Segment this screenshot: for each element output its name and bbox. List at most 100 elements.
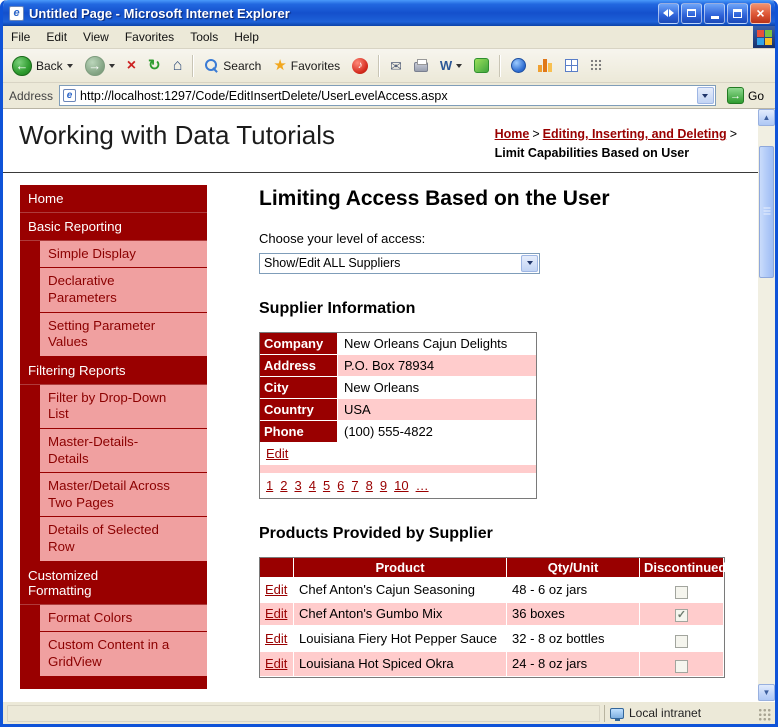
sidebar-item-declarative-parameters[interactable]: Declarative Parameters (20, 268, 207, 313)
spacer-row (260, 464, 536, 474)
scroll-down-button[interactable]: ▼ (758, 684, 775, 701)
discontinued-cell (640, 626, 724, 652)
discontinued-checkbox[interactable]: ✓ (675, 609, 688, 623)
sidebar-item-filter-by-drop-down-list[interactable]: Filter by Drop-Down List (20, 384, 207, 430)
edit-dropdown-icon[interactable] (456, 63, 463, 68)
sidebar-item-format-colors[interactable]: Format Colors (20, 604, 207, 633)
scroll-up-button[interactable]: ▲ (758, 109, 775, 126)
minimize-button[interactable] (704, 2, 725, 24)
sidebar-item-simple-display[interactable]: Simple Display (20, 240, 207, 269)
sidebar-item-filtering-reports[interactable]: Filtering Reports (20, 357, 207, 385)
window-icon (687, 9, 696, 17)
media-icon: ♪ (352, 57, 369, 74)
page-body: Home Basic Reporting Simple Display Decl… (3, 173, 758, 689)
forward-icon: → (84, 55, 105, 76)
edit-link[interactable]: Edit (266, 446, 288, 461)
address-dropdown-button[interactable] (696, 87, 714, 104)
edit-link[interactable]: Edit (265, 631, 287, 646)
web-page: Working with Data Tutorials Home > Editing… (3, 109, 758, 701)
sidebar-item-label: Customized Formatting (20, 562, 207, 605)
resize-grip[interactable] (758, 708, 772, 722)
sidebar-item-customized-formatting[interactable]: Customized Formatting (20, 562, 207, 605)
pager-link[interactable]: 7 (351, 478, 358, 493)
select-value: Show/Edit ALL Suppliers (264, 256, 401, 271)
search-label: Search (223, 58, 262, 73)
favorites-button[interactable]: ★ Favorites (268, 55, 345, 76)
pager-link[interactable]: 5 (323, 478, 330, 493)
sidebar-item-details-of-selected-row[interactable]: Details of Selected Row (20, 517, 207, 562)
sidebar-item-custom-content-in-a-gridview[interactable]: Custom Content in a GridView (20, 632, 207, 677)
qty-cell: 24 - 8 oz jars (507, 651, 640, 678)
home-icon: ⌂ (172, 56, 183, 74)
breadcrumb-section-link[interactable]: Editing, Inserting, and Deleting (543, 127, 727, 141)
pager-link[interactable]: 2 (280, 478, 287, 493)
menu-file[interactable]: File (3, 26, 38, 48)
field-label: Company (260, 332, 338, 355)
close-button[interactable]: × (750, 2, 771, 24)
discontinued-checkbox[interactable] (675, 634, 688, 648)
back-dropdown-icon[interactable] (66, 63, 73, 68)
forward-button[interactable]: → (80, 53, 120, 79)
edit-link[interactable]: Edit (265, 656, 287, 671)
main-content: Limiting Access Based on the User Choose… (259, 185, 726, 689)
vertical-scrollbar[interactable]: ▲ ▼ (758, 109, 775, 701)
search-button[interactable]: Search (199, 55, 266, 76)
breadcrumb-home-link[interactable]: Home (495, 127, 530, 141)
sidebar-item-master-detail-across-two-pages[interactable]: Master/Detail Across Two Pages (20, 473, 207, 518)
menu-view[interactable]: View (75, 26, 117, 48)
pager-link[interactable]: 4 (309, 478, 316, 493)
chevron-down-icon[interactable] (521, 254, 538, 272)
refresh-button[interactable]: ↻ (143, 55, 166, 76)
tool-dots-button[interactable] (585, 56, 608, 75)
tool-chart-button[interactable] (533, 56, 558, 75)
word-icon: W (439, 58, 453, 73)
access-level-select[interactable]: Show/Edit ALL Suppliers (259, 252, 540, 274)
menu-favorites[interactable]: Favorites (117, 26, 182, 48)
scrollbar-thumb[interactable] (759, 146, 774, 278)
scrollbar-track[interactable] (758, 126, 775, 684)
tool-globe-button[interactable] (506, 55, 531, 76)
product-cell: Louisiana Fiery Hot Pepper Sauce (294, 626, 507, 652)
forward-dropdown-icon[interactable] (108, 63, 115, 68)
sidebar-item-partial[interactable] (20, 677, 207, 689)
sidebar-item-label: Details of Selected Row (40, 517, 207, 562)
sidebar-item-setting-parameter-values[interactable]: Setting Parameter Values (20, 312, 207, 357)
messenger-button[interactable] (469, 55, 494, 76)
pager-link[interactable]: 10 (394, 478, 408, 493)
chart-icon (538, 59, 554, 72)
go-label: Go (747, 88, 764, 103)
maximize-button[interactable] (727, 2, 748, 24)
discontinued-checkbox[interactable] (675, 586, 688, 600)
sidebar-item-master-details-details[interactable]: Master-Details-Details (20, 429, 207, 474)
menu-help[interactable]: Help (226, 26, 267, 48)
resize-arrows-button[interactable] (658, 2, 679, 24)
sidebar-item-label (20, 677, 207, 689)
menu-bar: File Edit View Favorites Tools Help (3, 26, 775, 49)
stop-button[interactable]: × (122, 55, 141, 77)
window-box-button[interactable] (681, 2, 702, 24)
pager-link[interactable]: 3 (294, 478, 301, 493)
menu-tools[interactable]: Tools (182, 26, 226, 48)
pager-link[interactable]: … (416, 478, 429, 493)
pager-link[interactable]: 6 (337, 478, 344, 493)
sidebar-item-label: Simple Display (40, 240, 207, 269)
home-button[interactable]: ⌂ (168, 55, 188, 77)
edit-link[interactable]: Edit (265, 582, 287, 597)
menu-edit[interactable]: Edit (38, 26, 75, 48)
print-button[interactable] (409, 56, 433, 75)
go-button[interactable]: → Go (722, 87, 769, 104)
pager-link[interactable]: 9 (380, 478, 387, 493)
tool-grid-button[interactable] (560, 56, 583, 75)
media-button[interactable]: ♪ (347, 55, 373, 77)
pager-link[interactable]: 1 (266, 478, 273, 493)
discontinued-checkbox[interactable] (675, 660, 688, 674)
edit-with-word-button[interactable]: W (435, 55, 467, 76)
back-button[interactable]: ← Back (7, 53, 78, 79)
mail-button[interactable]: ✉ (385, 56, 407, 76)
address-input[interactable] (80, 88, 693, 103)
windows-logo-icon (753, 26, 775, 48)
sidebar-item-basic-reporting[interactable]: Basic Reporting (20, 213, 207, 241)
pager-link[interactable]: 8 (366, 478, 373, 493)
sidebar-item-home[interactable]: Home (20, 185, 207, 213)
edit-link[interactable]: Edit (265, 606, 287, 621)
